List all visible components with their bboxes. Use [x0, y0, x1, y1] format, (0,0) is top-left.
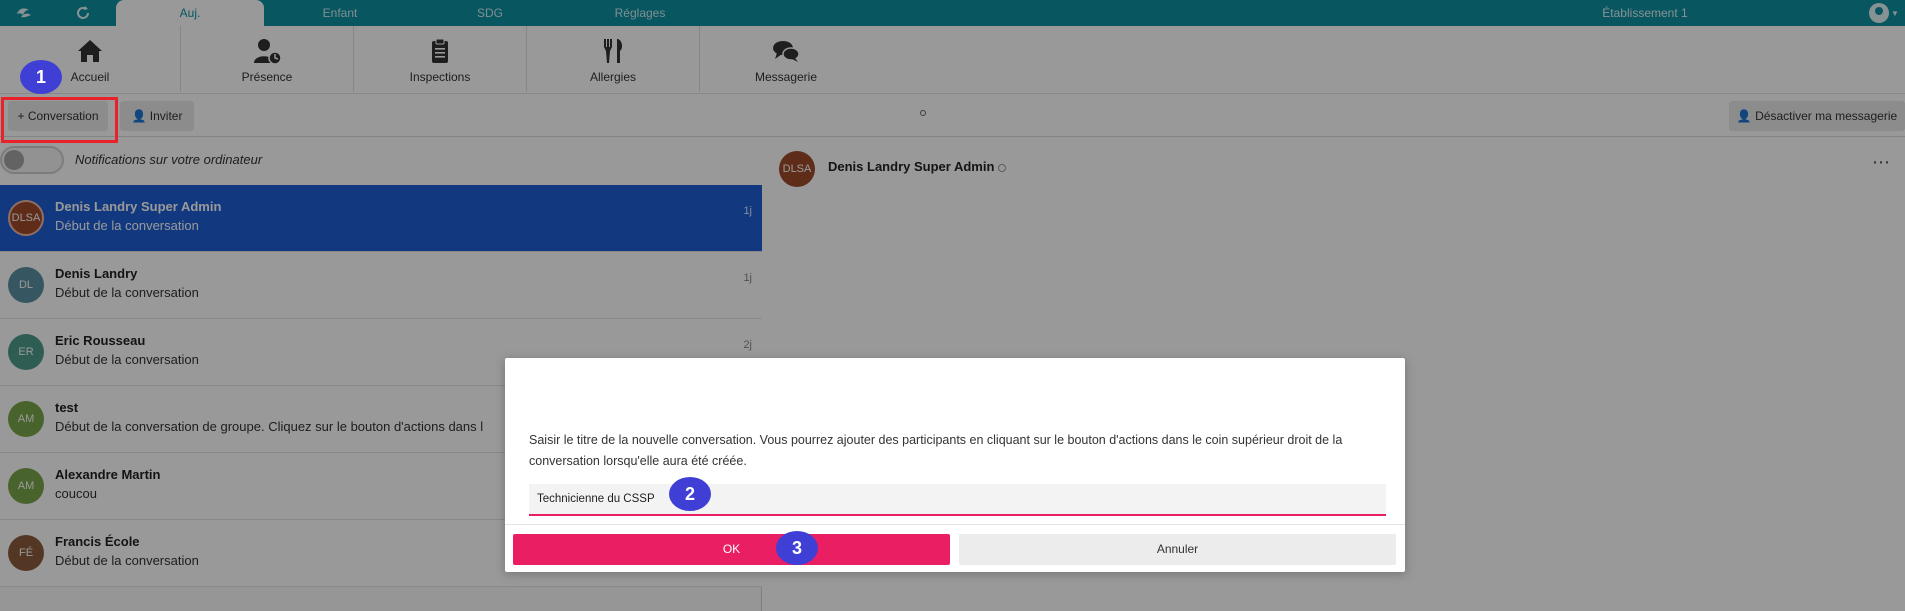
conversation-title-input[interactable]	[529, 484, 1386, 514]
cancel-button[interactable]: Annuler	[959, 534, 1396, 565]
new-conversation-dialog: Saisir le titre de la nouvelle conversat…	[505, 358, 1405, 572]
annotation-badge-3: 3	[776, 531, 818, 565]
annotation-badge-1: 1	[20, 60, 62, 94]
dialog-divider	[505, 524, 1405, 525]
conversation-title-field[interactable]	[529, 484, 1386, 516]
highlight-box	[1, 97, 118, 143]
dialog-description: Saisir le titre de la nouvelle conversat…	[529, 433, 1343, 468]
ok-button[interactable]: OK	[513, 534, 950, 565]
annotation-badge-2: 2	[669, 477, 711, 511]
